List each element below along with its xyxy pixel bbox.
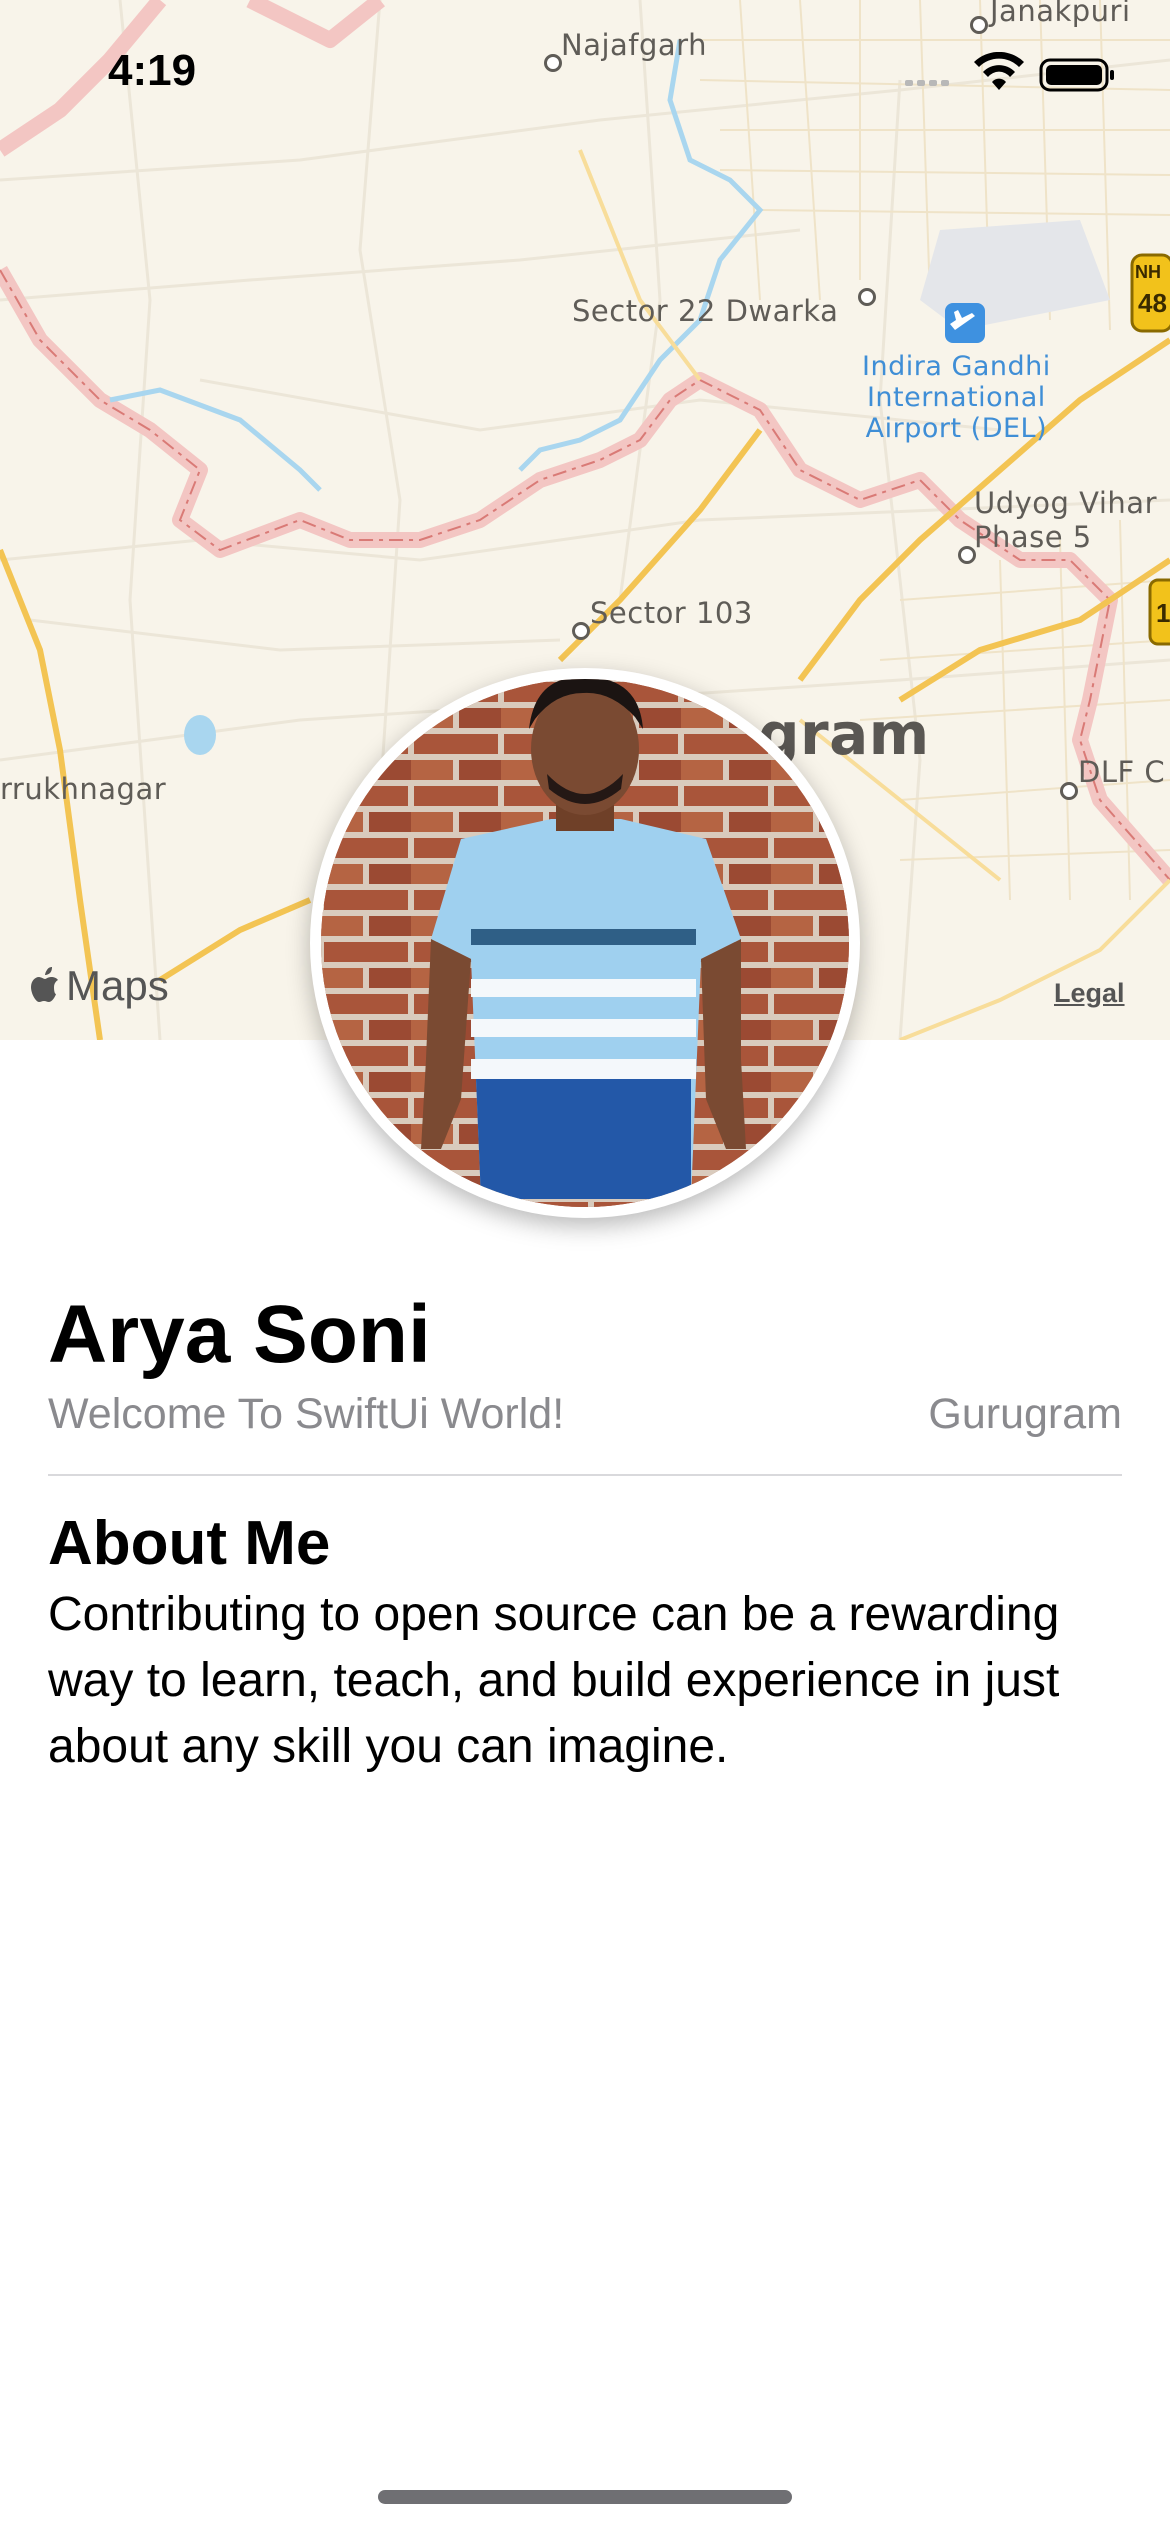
highway-shield-label: NH bbox=[1135, 262, 1161, 282]
cellular-signal-icon bbox=[905, 80, 949, 86]
maps-logo: Maps bbox=[30, 962, 169, 1010]
profile-name: Arya Soni bbox=[48, 1289, 431, 1380]
highway-shield-number-2: 1 bbox=[1156, 598, 1170, 628]
maps-logo-text: Maps bbox=[66, 962, 169, 1009]
map-pin-udyog-vihar bbox=[958, 546, 976, 564]
map-pin-dwarka bbox=[858, 288, 876, 306]
profile-avatar bbox=[310, 668, 860, 1218]
divider bbox=[48, 1474, 1122, 1476]
map-label-farrukhnagar: rrukhnagar bbox=[0, 772, 167, 806]
legal-link[interactable]: Legal bbox=[1054, 978, 1125, 1009]
home-indicator[interactable] bbox=[378, 2490, 792, 2504]
highway-shield-number: 48 bbox=[1138, 288, 1167, 318]
map-label-sector-103: Sector 103 bbox=[590, 596, 753, 630]
wifi-icon bbox=[974, 52, 1024, 90]
about-text: Contributing to open source can be a rew… bbox=[48, 1588, 1060, 1773]
map-label-airport: Indira Gandhi International Airport (DEL… bbox=[862, 351, 1051, 444]
map-pin-sector-103 bbox=[572, 622, 590, 640]
map-label-dwarka: Sector 22 Dwarka bbox=[572, 294, 839, 328]
about-title: About Me bbox=[48, 1509, 331, 1578]
map-pin-dlf bbox=[1060, 782, 1078, 800]
map-pin-janakpuri bbox=[970, 16, 988, 34]
map-label-najafgarh: Najafgarh bbox=[561, 28, 707, 62]
status-time: 4:19 bbox=[108, 46, 197, 95]
map-pin-najafgarh bbox=[544, 54, 562, 72]
map-label-janakpuri: Janakpuri bbox=[990, 0, 1131, 28]
map-label-dlf: DLF C bbox=[1078, 755, 1166, 789]
profile-location: Gurugram bbox=[928, 1390, 1122, 1438]
status-icons bbox=[905, 52, 1114, 92]
profile-photo bbox=[321, 679, 849, 1207]
apple-logo-icon bbox=[31, 967, 58, 1002]
battery-icon bbox=[1039, 58, 1114, 92]
profile-subtitle: Welcome To SwiftUi World! bbox=[48, 1390, 565, 1438]
map-label-udyog-vihar: Udyog Vihar Phase 5 bbox=[974, 486, 1157, 554]
